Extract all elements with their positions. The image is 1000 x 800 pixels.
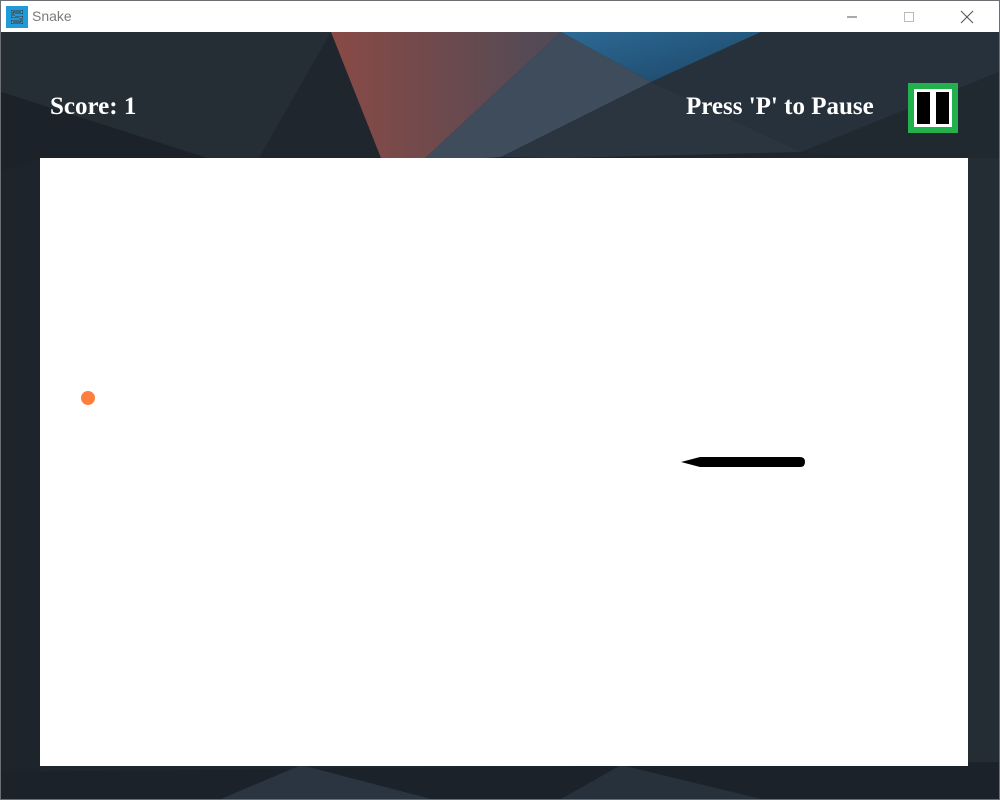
close-icon [960,10,974,23]
window-title: Snake [32,8,72,24]
title-bar[interactable]: Snake [1,1,999,32]
minimize-icon [847,16,857,17]
maximize-button[interactable] [886,1,932,32]
close-button[interactable] [944,1,990,32]
snake-body [681,457,805,467]
pause-button[interactable] [908,83,958,133]
play-field [40,158,968,766]
food-pellet [81,391,95,405]
score-label: Score: 1 [50,93,137,120]
snake-app-icon [6,6,28,28]
pause-icon-right-bar [936,92,949,124]
maximize-icon [904,11,914,22]
pause-icon-left-bar [917,92,930,124]
pause-hint: Press 'P' to Pause [686,93,874,120]
minimize-button[interactable] [829,1,875,32]
game-window: Snake Score: 1 Press 'P' to Pause [0,0,1000,800]
